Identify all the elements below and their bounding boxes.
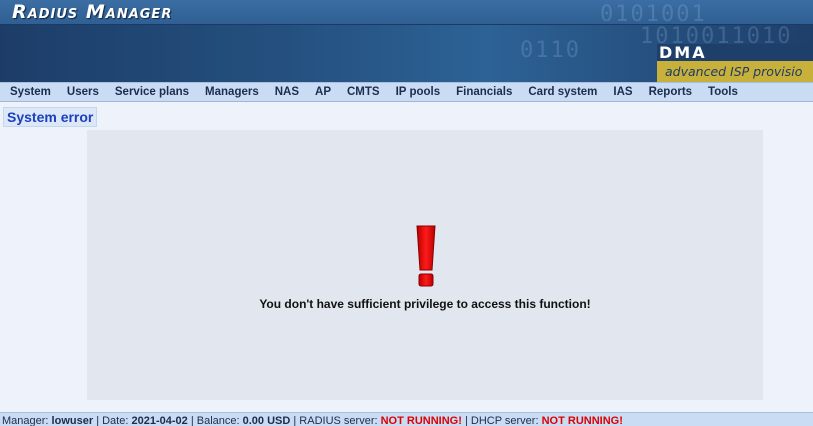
error-panel: You don't have sufficient privilege to a…: [87, 130, 763, 400]
logo-tagline: advanced ISP provisio: [657, 61, 813, 82]
date-label: Date:: [102, 415, 129, 426]
dhcp-label: DHCP server:: [470, 415, 539, 426]
menu-financials[interactable]: Financials: [448, 86, 520, 98]
menu-ias[interactable]: IAS: [605, 86, 640, 98]
menu-ip-pools[interactable]: IP pools: [388, 86, 449, 98]
app-title: Radius Manager: [12, 1, 173, 23]
separator: |: [96, 415, 100, 426]
menu-ap[interactable]: AP: [307, 86, 339, 98]
manager-value: lowuser: [51, 415, 94, 426]
menu-tools[interactable]: Tools: [700, 86, 746, 98]
dma-logo-text: DMA: [657, 44, 813, 61]
header-banner: 0101001 1010011010 0110 Radius Manager D…: [0, 0, 813, 82]
company-logo: DMA advanced ISP provisio: [657, 44, 813, 82]
balance-value: 0.00 USD: [242, 415, 291, 426]
menu-system[interactable]: System: [0, 86, 59, 98]
menu-cmts[interactable]: CMTS: [339, 86, 388, 98]
radius-label: RADIUS server:: [299, 415, 378, 426]
page-title: System error: [3, 107, 98, 127]
main-menu: System Users Service plans Managers NAS …: [0, 82, 813, 102]
balance-label: Balance:: [196, 415, 240, 426]
menu-users[interactable]: Users: [59, 86, 107, 98]
separator: |: [190, 415, 194, 426]
separator: |: [293, 415, 297, 426]
menu-nas[interactable]: NAS: [267, 86, 307, 98]
dhcp-status: NOT RUNNING!: [541, 415, 623, 426]
status-bar: Manager: lowuser | Date: 2021-04-02 | Ba…: [0, 412, 813, 426]
error-message: You don't have sufficient privilege to a…: [259, 297, 591, 311]
separator: |: [464, 415, 468, 426]
manager-label: Manager:: [2, 415, 49, 426]
exclamation-icon: [416, 225, 436, 287]
radius-status: NOT RUNNING!: [380, 415, 462, 426]
menu-card-system[interactable]: Card system: [520, 86, 605, 98]
menu-service-plans[interactable]: Service plans: [107, 86, 197, 98]
header-decoration: 0110: [520, 38, 581, 63]
date-value: 2021-04-02: [131, 415, 188, 426]
menu-managers[interactable]: Managers: [197, 86, 267, 98]
menu-reports[interactable]: Reports: [641, 86, 700, 98]
